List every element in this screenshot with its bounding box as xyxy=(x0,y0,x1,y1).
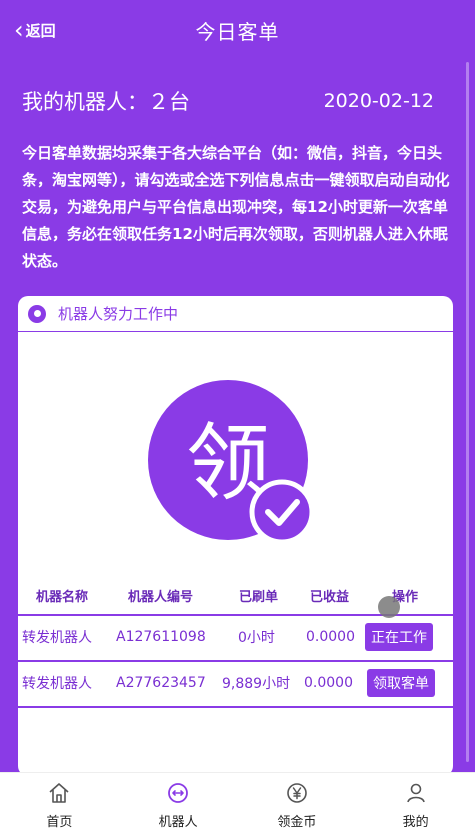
robot-count: 我的机器人：２台 xyxy=(22,90,190,114)
page-title: 今日客单 xyxy=(195,19,280,44)
robot-orders: 0小时 xyxy=(238,630,275,646)
tab-home[interactable]: 首页 xyxy=(0,773,119,838)
notice-text: 今日客单数据均采集于各大综合平台（如：微信，抖音，今日头条，淘宝网等），请勾选或… xyxy=(22,144,450,270)
table-row: 转发机器人 A127611098 0小时 0.0000 正在工作 xyxy=(18,614,453,658)
user-icon xyxy=(406,783,425,803)
tab-label: 领金币 xyxy=(277,815,317,830)
tab-label: 首页 xyxy=(46,815,73,830)
robot-earnings: 0.0000 xyxy=(306,629,355,645)
back-button[interactable]: ‹ 返回 xyxy=(14,16,56,44)
chevron-left-icon: ‹ xyxy=(14,16,24,44)
robot-orders: 9,889小时 xyxy=(222,676,291,692)
col-earnings: 已收益 xyxy=(310,589,350,605)
touch-indicator xyxy=(378,596,400,618)
row-divider xyxy=(18,706,453,708)
robot-earnings: 0.0000 xyxy=(304,675,353,691)
robot-icon xyxy=(168,783,189,803)
tab-mine[interactable]: 我的 xyxy=(356,773,475,838)
table-row: 转发机器人 A277623457 9,889小时 0.0000 领取客单 xyxy=(18,660,453,704)
scrollbar[interactable] xyxy=(466,62,469,762)
home-icon xyxy=(49,783,69,803)
tab-label: 我的 xyxy=(402,815,429,830)
robot-name: 转发机器人 xyxy=(22,676,92,692)
status-radio-icon[interactable] xyxy=(28,304,46,323)
robot-id: A277623457 xyxy=(116,675,206,691)
robot-summary: 我的机器人：２台 2020-02-12 xyxy=(22,86,462,116)
back-label: 返回 xyxy=(25,21,56,40)
tab-label: 机器人 xyxy=(158,815,198,830)
col-id: 机器人编号 xyxy=(128,589,194,605)
card-header: 机器人努力工作中 xyxy=(18,296,453,332)
working-button[interactable]: 正在工作 xyxy=(365,623,433,651)
summary-date: 2020-02-12 xyxy=(323,90,434,112)
bottom-tab-bar: 首页 机器人 领金币 我的 xyxy=(0,772,475,838)
claim-badge-icon: 领 xyxy=(148,380,315,545)
tab-robot[interactable]: 机器人 xyxy=(119,773,238,838)
robot-name: 转发机器人 xyxy=(22,630,92,646)
yen-coin-icon xyxy=(287,783,307,803)
claim-order-button[interactable]: 领取客单 xyxy=(367,669,435,697)
tab-coins[interactable]: 领金币 xyxy=(238,773,357,838)
robot-card: 机器人努力工作中 领 机器名称 机器人编号 已刷单 已收益 操作 转发机器人 A… xyxy=(18,296,453,776)
status-text: 机器人努力工作中 xyxy=(58,305,179,323)
col-name: 机器名称 xyxy=(36,589,89,605)
robot-id: A127611098 xyxy=(116,629,206,645)
col-orders: 已刷单 xyxy=(239,589,279,605)
top-bar: ‹ 返回 今日客单 xyxy=(0,0,475,60)
